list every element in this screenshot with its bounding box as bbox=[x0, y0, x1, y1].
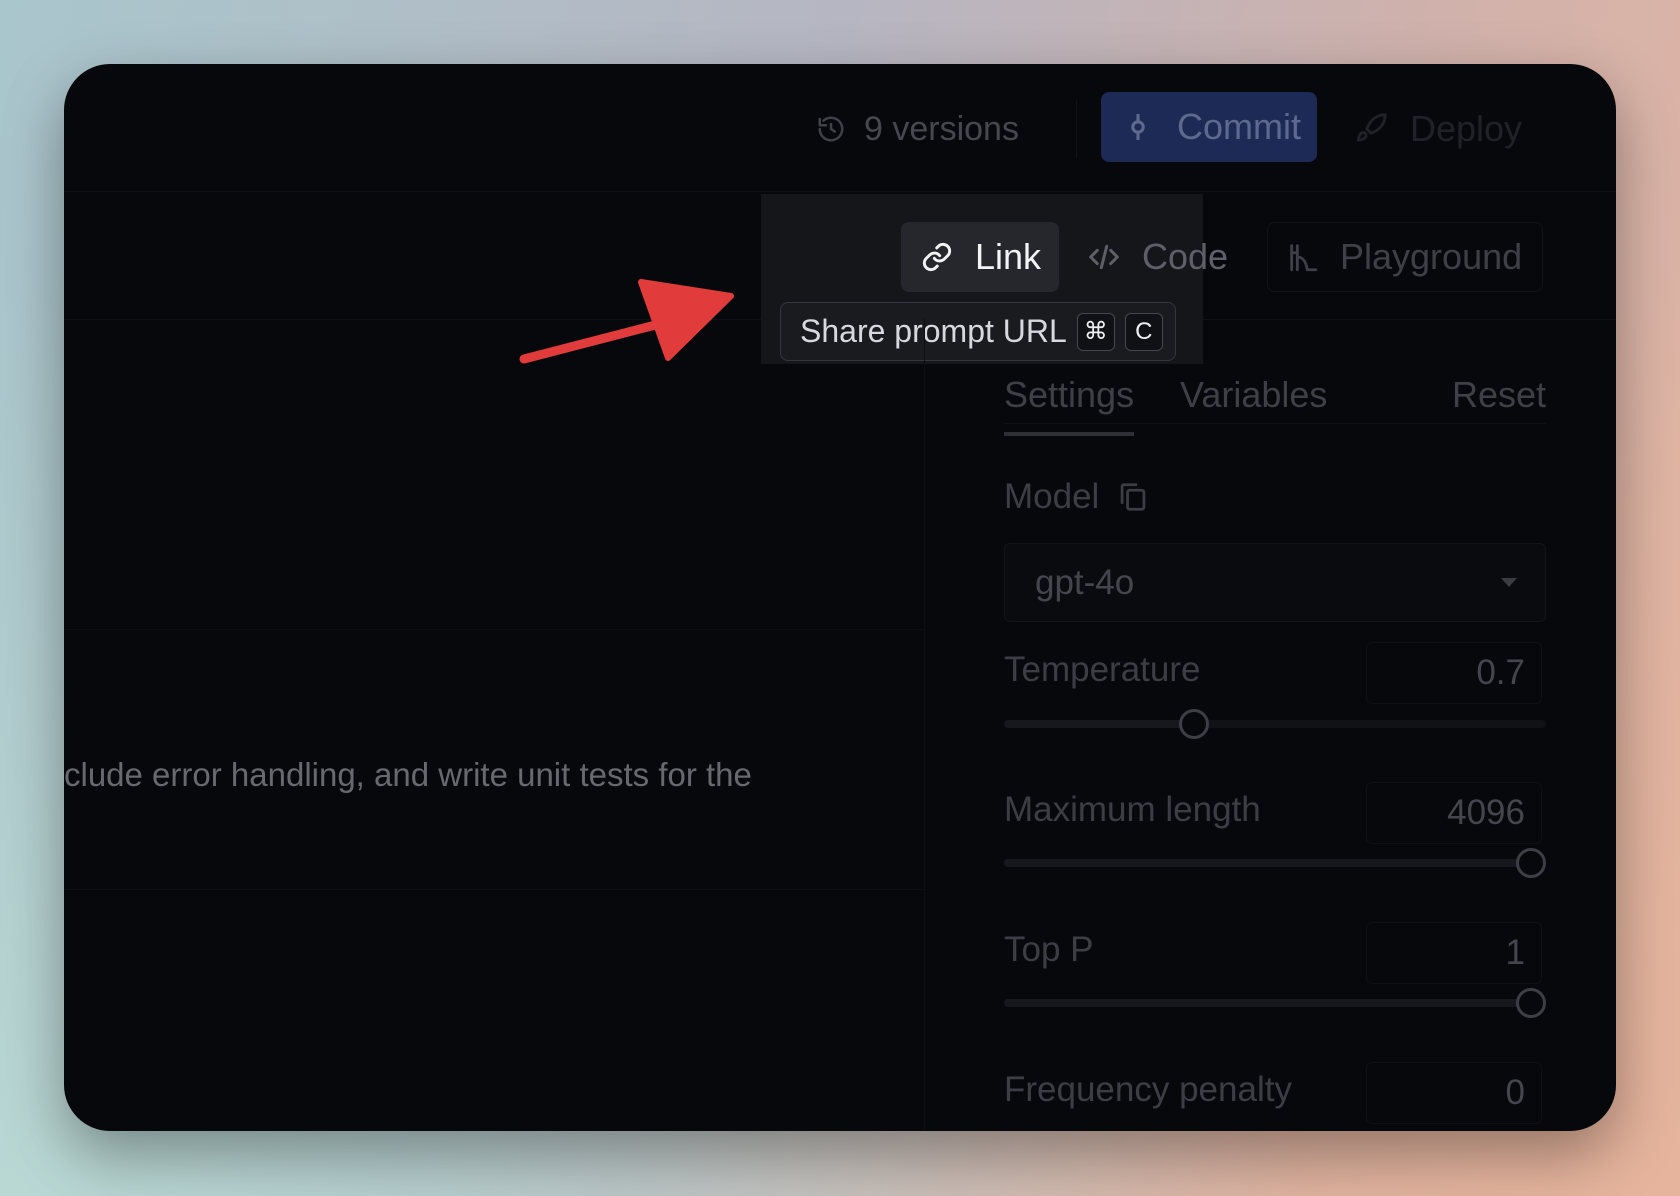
slider-fill bbox=[1004, 859, 1531, 867]
c-key: C bbox=[1124, 312, 1163, 351]
commit-icon bbox=[1131, 114, 1145, 140]
frequency-penalty-input[interactable]: 0 bbox=[1366, 1062, 1542, 1124]
link-button[interactable]: Link bbox=[901, 222, 1059, 292]
command-key: ⌘ bbox=[1076, 312, 1115, 351]
temperature-input[interactable]: 0.7 bbox=[1366, 642, 1542, 704]
slider-thumb[interactable] bbox=[1178, 709, 1209, 739]
copy-icon[interactable] bbox=[1119, 482, 1147, 512]
editor-divider bbox=[64, 629, 924, 630]
code-icon bbox=[1089, 244, 1119, 270]
deploy-label: Deploy bbox=[1410, 108, 1523, 149]
app-window: 9 versions Commit Deploy Link Code Playg… bbox=[64, 64, 1616, 1131]
slider-fill bbox=[1004, 720, 1194, 728]
divider bbox=[1076, 100, 1077, 158]
panel-divider bbox=[924, 319, 925, 1131]
reset-button[interactable]: Reset bbox=[1452, 374, 1546, 416]
code-button[interactable]: Code bbox=[1088, 232, 1228, 282]
link-icon bbox=[922, 242, 952, 272]
versions-button[interactable]: 9 versions bbox=[816, 104, 1019, 154]
link-label: Link bbox=[975, 236, 1042, 277]
max-length-input[interactable]: 4096 bbox=[1366, 782, 1542, 844]
share-tooltip: Share prompt URL ⌘ C bbox=[780, 302, 1176, 361]
max-length-label: Maximum length bbox=[1004, 790, 1261, 829]
prompt-text[interactable]: clude error handling, and write unit tes… bbox=[64, 756, 752, 794]
model-label: Model bbox=[1004, 477, 1100, 516]
deploy-button[interactable]: Deploy bbox=[1354, 104, 1522, 154]
playground-icon bbox=[1290, 244, 1318, 272]
tab-variables[interactable]: Variables bbox=[1180, 374, 1327, 416]
top-p-label: Top P bbox=[1004, 930, 1094, 969]
top-p-input[interactable]: 1 bbox=[1366, 922, 1542, 984]
model-value: gpt-4o bbox=[1035, 562, 1135, 602]
temperature-slider[interactable] bbox=[1004, 709, 1546, 739]
caret-down-icon bbox=[1501, 578, 1517, 587]
rocket-icon bbox=[1356, 113, 1387, 142]
slider-thumb[interactable] bbox=[1516, 988, 1546, 1018]
history-icon bbox=[818, 116, 844, 142]
model-select[interactable]: gpt-4o bbox=[1004, 543, 1546, 622]
editor-divider bbox=[64, 889, 924, 890]
slider-fill bbox=[1004, 999, 1531, 1007]
frequency-penalty-label: Frequency penalty bbox=[1004, 1070, 1292, 1109]
top-p-slider[interactable] bbox=[1004, 988, 1546, 1018]
settings-tabs: Settings Variables Reset bbox=[1004, 364, 1546, 436]
code-label: Code bbox=[1142, 236, 1229, 277]
playground-label: Playground bbox=[1340, 236, 1523, 277]
top-bar: 9 versions Commit Deploy bbox=[64, 64, 1616, 192]
versions-label: 9 versions bbox=[864, 109, 1019, 148]
playground-button[interactable]: Playground bbox=[1267, 222, 1543, 292]
commit-label: Commit bbox=[1177, 106, 1301, 147]
tab-settings[interactable]: Settings bbox=[1004, 374, 1135, 436]
commit-button[interactable]: Commit bbox=[1101, 92, 1317, 162]
tooltip-text: Share prompt URL bbox=[800, 313, 1067, 349]
model-field-label: Model bbox=[1004, 477, 1147, 517]
slider-thumb[interactable] bbox=[1516, 848, 1546, 878]
max-length-slider[interactable] bbox=[1004, 848, 1546, 878]
temperature-label: Temperature bbox=[1004, 650, 1201, 689]
